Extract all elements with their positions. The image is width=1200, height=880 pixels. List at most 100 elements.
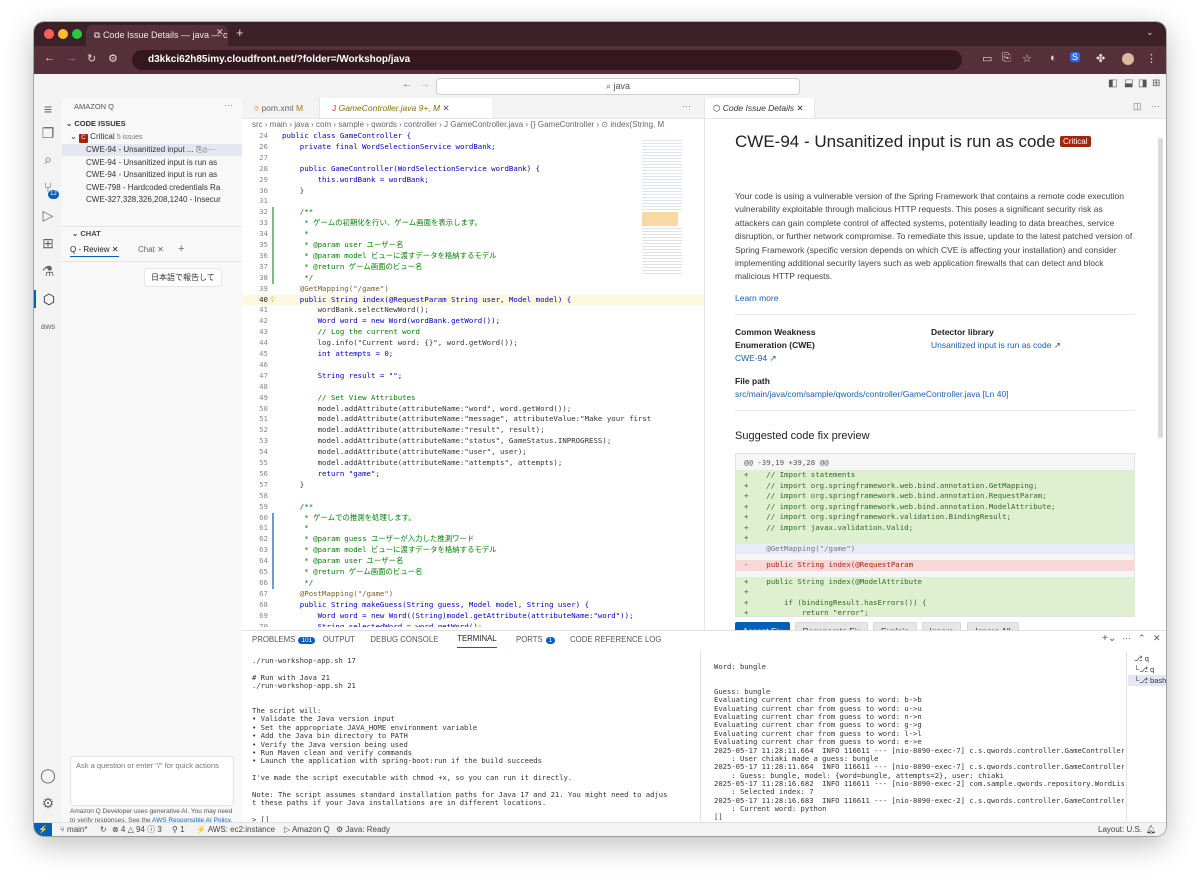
account-icon[interactable]: ◯ bbox=[38, 766, 58, 784]
chat-tab-review[interactable]: Q - Review ✕ bbox=[70, 245, 119, 257]
panel-tab-terminal[interactable]: TERMINAL bbox=[457, 631, 497, 648]
issue-more-icon[interactable]: ··· bbox=[207, 145, 215, 154]
tab-list-icon[interactable]: ⌄ bbox=[1146, 27, 1154, 38]
menu-icon[interactable]: ≡ bbox=[38, 100, 58, 118]
file-path-link[interactable]: src/main/java/com/sample/qwords/controll… bbox=[735, 388, 1009, 401]
keyboard-layout-status[interactable]: Layout: U.S. bbox=[1098, 823, 1142, 836]
minimize-window-button[interactable] bbox=[58, 29, 68, 39]
browser-menu-icon[interactable]: ⋮ bbox=[1146, 52, 1157, 65]
sidebar-more-icon[interactable]: ··· bbox=[224, 100, 233, 110]
problems-status[interactable]: ⊗ 4 △ 94 ⓘ 3 bbox=[112, 823, 162, 836]
close-panel-icon[interactable]: ✕ bbox=[1153, 633, 1161, 644]
terminal-instance[interactable]: ⎇ q bbox=[1128, 653, 1166, 664]
issue-item[interactable]: CWE-327,328,326,208,1240 - Insecur bbox=[62, 194, 242, 206]
editor-more-icon[interactable]: ··· bbox=[682, 101, 691, 111]
critical-group[interactable]: ⌄ C Critical 5 issues bbox=[70, 132, 143, 143]
close-icon[interactable]: ✕ bbox=[112, 245, 119, 254]
url-bar[interactable]: d3kkci62h85imy.cloudfront.net/?folder=/W… bbox=[132, 50, 962, 70]
issue-item[interactable]: CWE-94 - Unsanitized input is run as bbox=[62, 157, 242, 169]
chat-tab-chat[interactable]: Chat ✕ bbox=[138, 245, 164, 254]
extensions-icon[interactable]: ⊞ bbox=[38, 234, 58, 252]
toggle-secondary-sidebar-icon[interactable]: ◨ bbox=[1138, 78, 1147, 89]
bookmark-manager-icon[interactable]: ▭ bbox=[982, 52, 992, 65]
bookmark-star-icon[interactable]: ☆ bbox=[1022, 52, 1032, 65]
tab-gamecontroller-java[interactable]: J GameController.java 9+, M ✕ bbox=[320, 98, 492, 118]
open-issue-icon[interactable]: ⎘ bbox=[194, 145, 202, 154]
panel-tab-problems[interactable]: PROBLEMS 101 bbox=[252, 631, 316, 650]
close-icon[interactable]: ✕ bbox=[797, 103, 804, 113]
minimap[interactable] bbox=[640, 138, 688, 278]
details-scrollbar[interactable] bbox=[1158, 138, 1163, 438]
tab-code-issue-details[interactable]: ⬡ Code Issue Details ✕ bbox=[705, 98, 815, 118]
chat-section[interactable]: ⌄ CHAT bbox=[72, 229, 101, 238]
panel-more-icon[interactable]: ··· bbox=[1122, 633, 1131, 643]
customize-layout-icon[interactable]: ⊞ bbox=[1152, 78, 1160, 89]
browser-tab-active[interactable]: ⧉ Code Issue Details — java — c bbox=[86, 25, 228, 46]
detector-link[interactable]: Unsanitized input is run as code ↗ bbox=[931, 339, 1061, 352]
toggle-panel-icon[interactable]: ⬓ bbox=[1124, 78, 1133, 89]
panel-tab-code-reference-log[interactable]: CODE REFERENCE LOG bbox=[570, 631, 661, 649]
new-tab-icon[interactable]: + bbox=[236, 25, 244, 40]
notifications-bell-icon[interactable]: 🔔︎ bbox=[1146, 823, 1156, 836]
cast-icon[interactable]: ⎘ bbox=[1002, 52, 1011, 65]
issue-item[interactable]: CWE-94 - Unsanitized input is run as bbox=[62, 169, 242, 181]
lightbulb-icon[interactable]: 💡︎ bbox=[270, 295, 275, 306]
terminal-left[interactable]: ./run-workshop-app.sh 17 # Run with Java … bbox=[252, 656, 667, 823]
remote-indicator-icon[interactable]: ⚡ bbox=[34, 823, 52, 836]
panel-tab-ports[interactable]: PORTS 1 bbox=[516, 631, 556, 650]
nav-back-icon[interactable]: ← bbox=[402, 79, 412, 90]
new-chat-tab-icon[interactable]: + bbox=[178, 243, 184, 255]
site-info-icon[interactable]: ⚙ bbox=[108, 52, 118, 65]
close-icon[interactable]: ✕ bbox=[157, 245, 164, 254]
profile-avatar[interactable] bbox=[1122, 53, 1134, 65]
terminal-instance[interactable]: └⎇ bash bbox=[1128, 675, 1166, 686]
maximize-window-button[interactable] bbox=[72, 29, 82, 39]
branch-status[interactable]: ⑂ main* bbox=[60, 823, 87, 836]
issue-item[interactable]: CWE-798 - Hardcoded credentials Ra bbox=[62, 182, 242, 194]
search-view-icon[interactable]: ⌕ bbox=[38, 150, 58, 168]
toggle-sidebar-icon[interactable]: ◧ bbox=[1108, 78, 1117, 89]
learn-more-link[interactable]: Learn more bbox=[735, 292, 778, 305]
panel-tab-debug-console[interactable]: DEBUG CONSOLE bbox=[370, 631, 438, 649]
issue-item[interactable]: CWE-94 - Unsanitized input ... ⎘⊘··· bbox=[62, 144, 242, 156]
panel-tab-output[interactable]: OUTPUT bbox=[323, 631, 355, 649]
line-text: public String index(@RequestParam String… bbox=[282, 294, 572, 304]
more-actions-icon[interactable]: ··· bbox=[1151, 101, 1160, 111]
extensions-puzzle-icon[interactable]: ✤ bbox=[1096, 52, 1105, 65]
line-number: 59 bbox=[259, 501, 268, 511]
back-icon[interactable]: ← bbox=[44, 52, 55, 64]
maximize-panel-icon[interactable]: ⌃ bbox=[1138, 633, 1146, 644]
code-issues-section[interactable]: ⌄ CODE ISSUES bbox=[66, 119, 126, 128]
java-status[interactable]: ⚙ Java: Ready bbox=[336, 823, 390, 836]
cwe-link[interactable]: CWE-94 ↗ bbox=[735, 352, 777, 365]
terminal-right[interactable]: Word: bungle Guess: bungle Evaluating curr… bbox=[714, 663, 1124, 821]
amazonq-status[interactable]: ▷ Amazon Q bbox=[284, 823, 330, 836]
ports-status[interactable]: ⚲ 1 bbox=[172, 823, 185, 836]
explorer-icon[interactable]: ❐ bbox=[38, 124, 58, 142]
aws-status[interactable]: ⚡ AWS: ec2:instance bbox=[196, 823, 275, 836]
split-editor-icon[interactable]: ◫ bbox=[1133, 101, 1142, 112]
source-control-badge: 12 bbox=[48, 190, 59, 199]
code-view[interactable]: 24 public class GameController {26 privat… bbox=[242, 131, 704, 627]
terminal-instance[interactable]: └⎇ q bbox=[1128, 664, 1166, 675]
reload-icon[interactable]: ↻ bbox=[87, 52, 96, 65]
run-debug-icon[interactable]: ▷ bbox=[38, 206, 58, 224]
chat-input[interactable]: Ask a question or enter "/" for quick ac… bbox=[70, 756, 234, 806]
extension-s-icon[interactable]: S bbox=[1070, 52, 1081, 62]
sync-icon[interactable]: ↻ bbox=[100, 823, 107, 836]
extension-icon[interactable]: ◐ bbox=[1050, 52, 1057, 64]
terminal-split-divider[interactable] bbox=[700, 651, 701, 821]
settings-gear-icon[interactable]: ⚙ bbox=[38, 794, 58, 812]
tab-pom-xml[interactable]: ⌾ pom.xml M bbox=[242, 98, 320, 118]
close-tab-icon[interactable]: ✕ bbox=[216, 27, 224, 38]
aws-icon[interactable]: aws bbox=[38, 318, 58, 336]
close-window-button[interactable] bbox=[44, 29, 54, 39]
nav-forward-icon[interactable]: → bbox=[420, 79, 430, 90]
forward-icon[interactable]: → bbox=[66, 52, 77, 64]
new-terminal-icon[interactable]: +⌄ bbox=[1102, 633, 1116, 644]
command-center-search[interactable]: ⌕ java bbox=[436, 78, 800, 95]
testing-icon[interactable]: ⚗ bbox=[38, 262, 58, 280]
close-icon[interactable]: ✕ bbox=[443, 103, 450, 113]
amazon-q-icon[interactable]: ⬡ bbox=[34, 290, 62, 308]
breadcrumb[interactable]: src › main › java › com › sample › qword… bbox=[242, 118, 704, 131]
